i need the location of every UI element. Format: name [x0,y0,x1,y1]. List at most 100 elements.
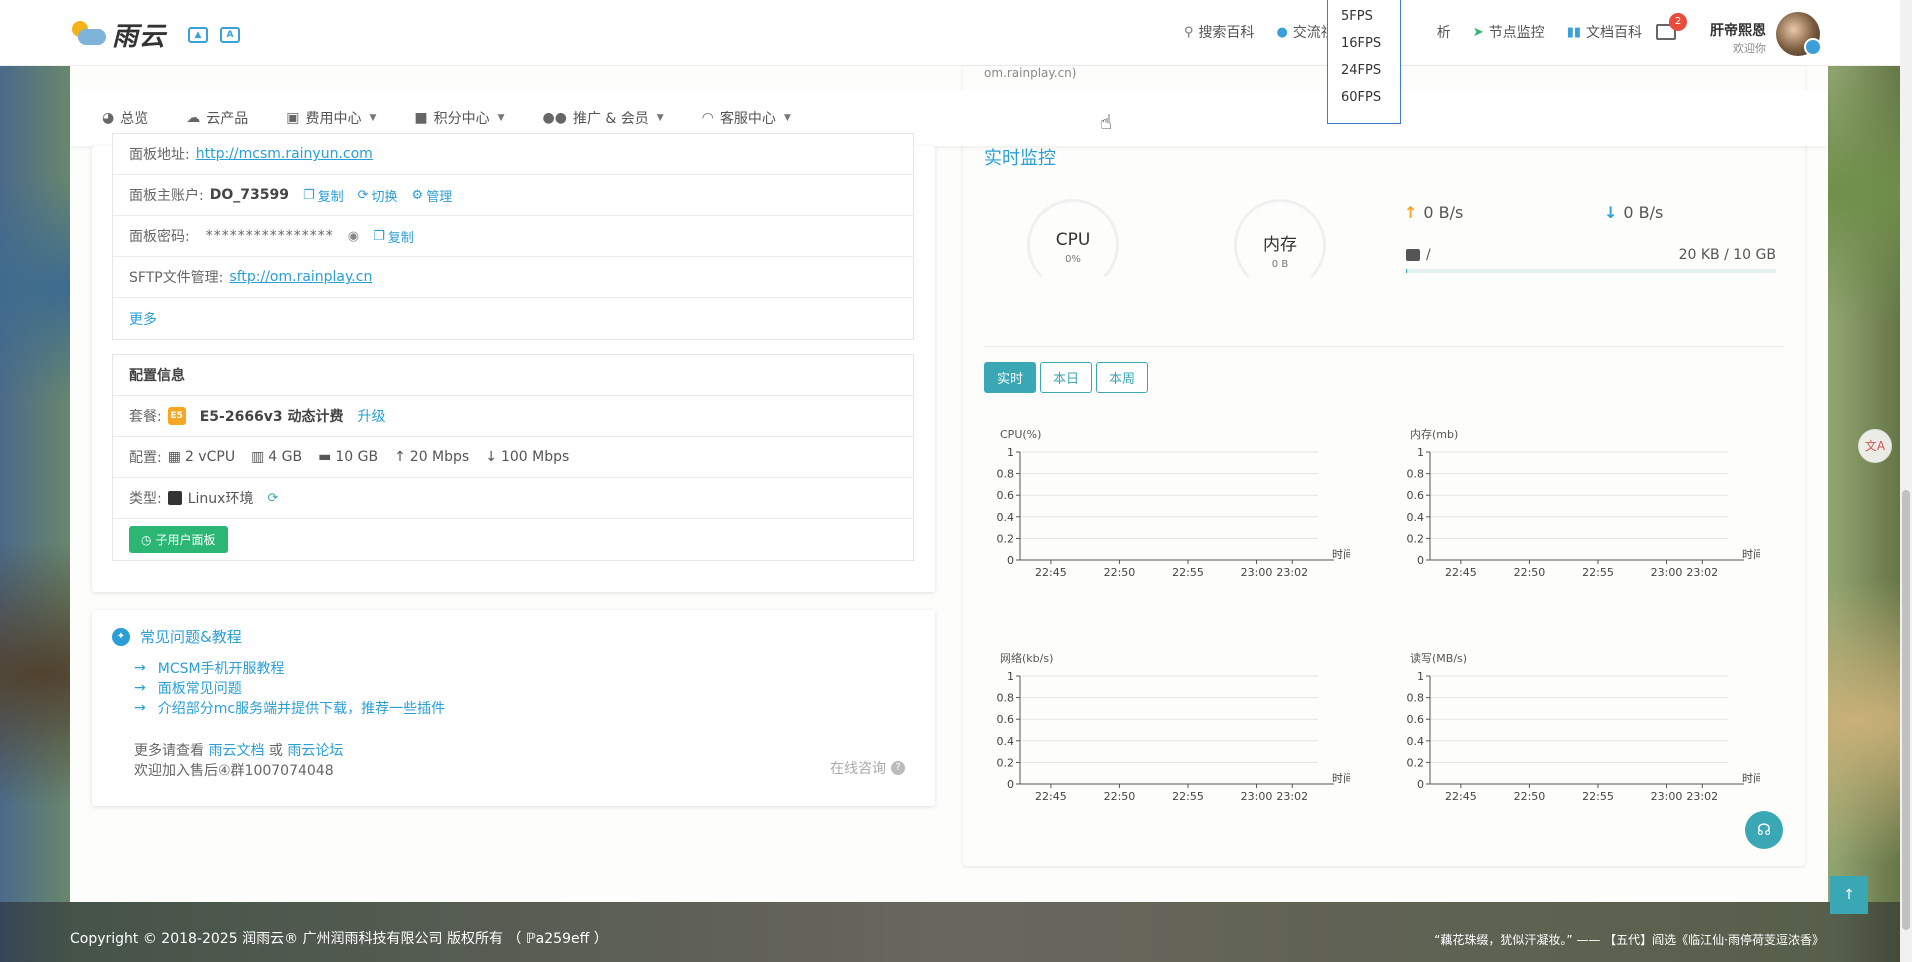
faq-item[interactable]: → 介绍部分mc服务端并提供下载，推荐一些插件 [134,698,445,718]
y-tick-label: 0.8 [997,468,1015,481]
more-row: 更多 [113,298,913,339]
x-tick-label: 22:55 [1172,566,1204,579]
subnav-overview[interactable]: ◕ 总览 [102,108,148,128]
y-tick-label: 0.6 [1407,713,1425,726]
disk-icon: ▬ [318,449,332,465]
top-nav-docs[interactable]: ▮▮ 文档百科 [1567,22,1642,42]
faq-item[interactable]: → 面板常见问题 [134,678,445,698]
user-info[interactable]: 肝帝熙恩 欢迎你 [1706,20,1766,56]
faq-card: ✦ 常见问题&教程 → MCSM手机开服教程 → 面板常见问题 → 介绍部分mc服务端… [92,610,935,806]
memory-gauge-value: 0 B [1271,259,1289,270]
subnav-billing[interactable]: ▣ 费用中心 ▼ [286,108,376,128]
top-nav: ⚲ 搜索百科 ● 交流社区 析 ➤ 节点监控 ▮▮ 文档百科 [1184,22,1642,42]
avatar-status-icon [1804,38,1822,56]
chart-svg: 读写(MB/s) 0 0.2 0.4 0.6 0.8 1 22:45 22:50 22:55 23:… [1407,651,1765,803]
y-axis-label: CPU(%) [1000,428,1041,441]
y-tick-label: 0.8 [1407,692,1425,705]
manage-account-button[interactable]: ⚙ 管理 [412,186,453,205]
y-tick-label: 0.4 [1407,511,1425,524]
fps-option[interactable]: 5FPS [1328,6,1400,33]
disk-path: / [1426,247,1431,263]
divider [984,346,1784,347]
online-consult-button[interactable]: 在线咨询 ? [830,758,905,778]
back-to-top-button[interactable]: ↑ [1830,876,1868,914]
docs-link[interactable]: 雨云文档 [208,743,264,759]
question-icon: ? [891,761,905,775]
tab-today[interactable]: 本日 [1040,362,1093,393]
type-row: 类型: Linux环境 ⟳ [113,478,913,519]
chart-svg: CPU(%) 0 0.2 0.4 0.6 0.8 1 22:45 22:50 22:55 23:00… [997,428,1355,579]
x-tick-label: 23:00 [1651,790,1683,803]
subnav-points[interactable]: ■ 积分中心 ▼ [414,108,504,128]
y-axis-label: 读写(MB/s) [1410,651,1467,665]
y-tick-label: 0 [1007,778,1014,791]
arrow-right-icon: → [134,700,146,716]
linux-icon [167,491,182,505]
top-nav-node-monitor[interactable]: ➤ 节点监控 [1473,22,1545,42]
scrollbar-thumb[interactable] [1902,490,1910,930]
x-tick-label: 22:45 [1445,566,1477,579]
top-nav-search[interactable]: ⚲ 搜索百科 [1184,22,1255,42]
tab-week[interactable]: 本周 [1096,362,1149,393]
translate-icon[interactable]: A [220,26,241,43]
panel-account-row: 面板主账户: DO_73599 ❐ 复制 ⟳ 切换 ⚙ 管理 [113,175,913,216]
sftp-link[interactable]: sftp://om.rainplay.cn [229,269,372,285]
subnav-promotion[interactable]: ●● 推广 & 会员 ▼ [543,108,664,128]
fps-option[interactable]: 60FPS [1328,87,1400,114]
translate-float-icon[interactable]: 文A [1858,429,1892,463]
fps-option[interactable]: 24FPS [1328,60,1400,87]
x-tick-label: 23:02 [1686,566,1718,579]
y-tick-label: 1 [1417,446,1424,459]
panel-address-link[interactable]: http://mcsm.rainyun.com [196,146,373,162]
copy-password-button[interactable]: ❐ 复制 [373,227,414,246]
download-speed: ↓ 0 B/s [1604,203,1664,222]
upgrade-link[interactable]: 升级 [358,406,386,426]
book-icon: ▮▮ [1566,24,1581,40]
forum-link[interactable]: 雨云论坛 [287,743,343,759]
subnav-cloud-products[interactable]: ☁ 云产品 [186,108,248,128]
image-icon[interactable]: ▲ [188,26,209,43]
copy-account-button[interactable]: ❐ 复制 [303,186,344,205]
config-title: 配置信息 [113,355,913,396]
copy-icon: ❐ [302,187,315,203]
y-tick-label: 0.2 [997,532,1015,545]
faq-item[interactable]: → MCSM手机开服教程 [134,658,445,678]
y-tick-label: 0.8 [997,692,1015,705]
cpu-icon: ▦ [167,449,181,465]
headset-icon[interactable]: ☊ [1745,811,1783,849]
x-tick-label: 22:55 [1172,790,1204,803]
refresh-icon[interactable]: ⟳ [267,491,278,506]
arrow-right-icon: → [134,660,146,676]
cpu-gauge-value: 0% [1065,254,1081,265]
x-tick-label: 22:45 [1035,790,1067,803]
x-tick-label: 22:45 [1445,790,1477,803]
top-nav-hidden-item[interactable]: 析 [1437,22,1451,42]
subuser-panel-button[interactable]: ◷ 子用户面板 [129,526,228,553]
y-tick-label: 0.2 [1407,532,1425,545]
memory-icon: ▥ [251,449,265,465]
subnav-support[interactable]: ◠ 客服中心 ▼ [702,108,791,128]
user-greeting: 欢迎你 [1733,42,1766,55]
network-chart: 网络(kb/s) 0 0.2 0.4 0.6 0.8 1 22:45 22:50 22:55 23:… [990,648,1355,832]
plan-value: E5-2666v3 动态计费 [199,409,344,425]
x-tick-label: 22:50 [1104,790,1136,803]
y-tick-label: 0.6 [1407,489,1425,502]
more-link[interactable]: 更多 [129,309,157,329]
y-tick-label: 0.8 [1407,468,1425,481]
eye-icon[interactable]: ◉ [348,229,359,244]
hand-cursor-icon: ☝ [1100,110,1113,134]
plan-row: 套餐: E5 E5-2666v3 动态计费 升级 [113,396,913,437]
y-tick-label: 0 [1417,778,1424,791]
fps-option[interactable]: 16FPS [1328,33,1400,60]
logo[interactable]: 雨云 ▲ A [70,16,241,53]
switch-account-button[interactable]: ⟳ 切换 [358,186,398,205]
sftp-row: SFTP文件管理: sftp://om.rainplay.cn [113,257,913,298]
memory-chart: 内存(mb) 0 0.2 0.4 0.6 0.8 1 22:45 22:50 22:55 23:00… [1400,424,1765,608]
cpu-chart: CPU(%) 0 0.2 0.4 0.6 0.8 1 22:45 22:50 22:55 23:00… [990,424,1355,608]
x-tick-label: 23:00 [1241,790,1273,803]
copyright: Copyright © 2018-2025 润雨云® 广州润雨科技有限公司 版权… [70,931,608,947]
tab-realtime[interactable]: 实时 [984,362,1037,393]
gear-icon: ⚙ [411,187,424,203]
y-axis-label: 网络(kb/s) [1000,651,1053,665]
arrow-up-icon: ↑ [394,449,406,465]
